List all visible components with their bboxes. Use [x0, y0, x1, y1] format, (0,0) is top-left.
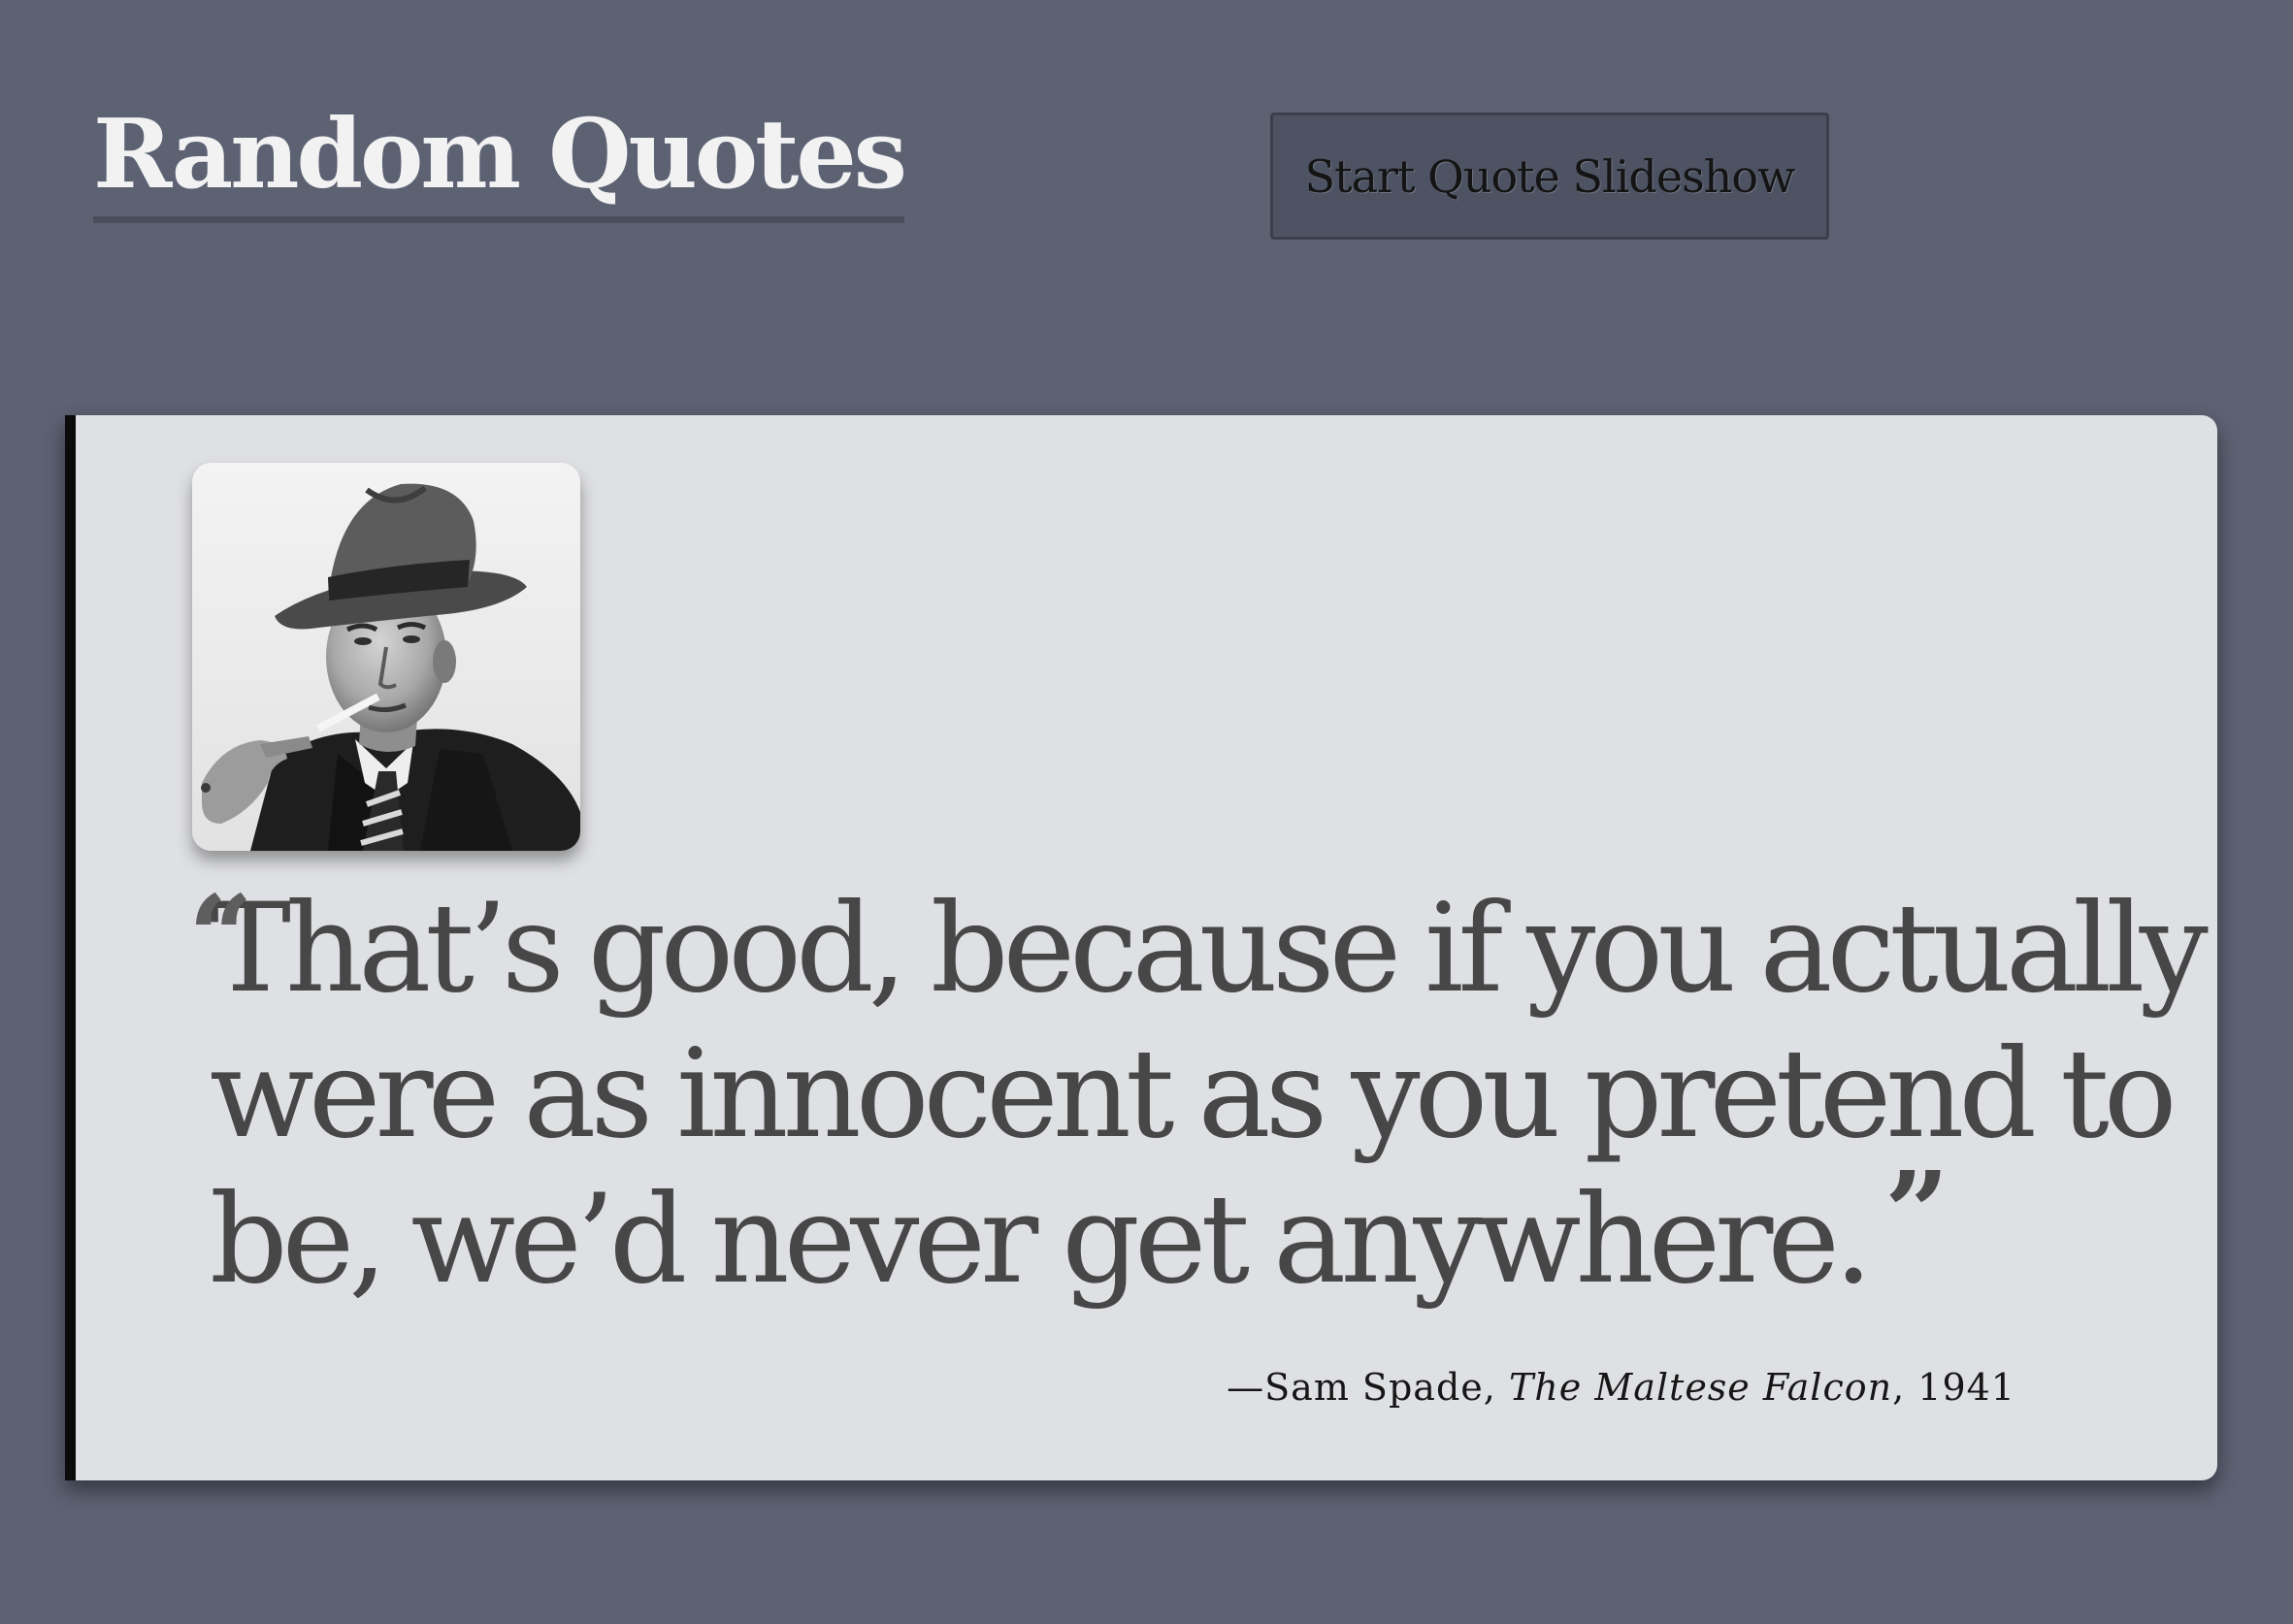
attribution-speaker: Sam Spade	[1264, 1366, 1484, 1409]
page-title: Random Quotes	[93, 100, 907, 223]
attribution-work: The Maltese Falcon	[1508, 1366, 1893, 1409]
quote-text-block: “ That’s good, because if you actually w…	[188, 871, 2209, 1315]
attribution-year: 1941	[1917, 1366, 2015, 1409]
attribution-dash: —	[1227, 1366, 1265, 1409]
portrait-image	[192, 463, 580, 851]
quote-card: “ That’s good, because if you actually w…	[65, 415, 2217, 1480]
attribution-separator: ,	[1483, 1366, 1509, 1409]
person-in-fedora-icon	[192, 463, 580, 851]
quote-attribution: —Sam Spade, The Maltese Falcon, 1941	[1227, 1366, 2015, 1409]
open-quote-icon: “	[188, 871, 253, 1003]
close-quote-icon: ”	[1884, 1148, 1949, 1280]
start-slideshow-button[interactable]: Start Quote Slideshow	[1270, 113, 1829, 240]
attribution-separator-2: ,	[1892, 1366, 1918, 1409]
